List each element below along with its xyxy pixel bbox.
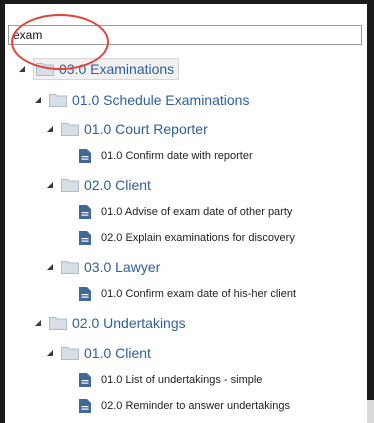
tree-item-list-undertakings[interactable]: 01.0 List of undertakings - simple (79, 369, 262, 391)
tree-item-confirm-exam-date[interactable]: 01.0 Confirm exam date of his-her client (79, 283, 296, 305)
window-frame-right (367, 0, 374, 423)
tree-item-label: 02.0 Explain examinations for discovery (101, 232, 295, 244)
tree-node-label: 01.0 Client (84, 345, 151, 361)
tree-node-court-reporter[interactable]: 01.0 Court Reporter (45, 118, 208, 140)
tree-item-label: 01.0 List of undertakings - simple (101, 374, 263, 386)
window-frame-left (0, 0, 5, 423)
tree-node-label: 01.0 Court Reporter (84, 121, 208, 137)
folder-icon (61, 178, 79, 192)
tree-item-reminder-undertakings[interactable]: 02.0 Reminder to answer undertakings (79, 395, 290, 417)
tree-node-label: 03.0 Examinations (59, 61, 175, 77)
window-frame-top (0, 0, 374, 4)
window-frame-corner (367, 400, 374, 423)
document-icon (79, 373, 91, 387)
document-icon (79, 287, 91, 301)
folder-icon (49, 93, 67, 107)
document-icon (79, 149, 91, 163)
document-icon (79, 399, 91, 413)
tree-item-advise-exam-date[interactable]: 01.0 Advise of exam date of other party (79, 201, 292, 223)
tree-item-label: 02.0 Reminder to answer undertakings (101, 400, 290, 412)
expanded-triangle-icon[interactable] (33, 95, 43, 105)
tree-node-examinations-selection[interactable]: 03.0 Examinations (33, 58, 180, 80)
folder-icon (61, 260, 79, 274)
tree-item-explain-examinations[interactable]: 02.0 Explain examinations for discovery (79, 227, 295, 249)
folder-icon (36, 62, 54, 76)
tree-item-label: 01.0 Advise of exam date of other party (101, 206, 293, 218)
expanded-triangle-icon[interactable] (17, 64, 27, 74)
tree-node-lawyer[interactable]: 03.0 Lawyer (45, 256, 160, 278)
tree-node-undertakings-client[interactable]: 01.0 Client (45, 342, 151, 364)
expanded-triangle-icon[interactable] (45, 348, 55, 358)
expanded-triangle-icon[interactable] (45, 262, 55, 272)
tree-node-schedule-examinations[interactable]: 01.0 Schedule Examinations (33, 89, 249, 111)
expanded-triangle-icon[interactable] (45, 124, 55, 134)
folder-icon (49, 316, 67, 330)
tree-node-label: 01.0 Schedule Examinations (72, 92, 250, 108)
search-input[interactable] (13, 27, 353, 43)
folder-icon (61, 346, 79, 360)
expanded-triangle-icon[interactable] (45, 180, 55, 190)
tree-node-label: 02.0 Client (84, 177, 151, 193)
search-box[interactable] (8, 25, 362, 45)
document-icon (79, 231, 91, 245)
document-icon (79, 205, 91, 219)
tree-item-label: 01.0 Confirm date with reporter (101, 150, 253, 162)
tree-item-label: 01.0 Confirm exam date of his-her client (101, 288, 297, 300)
tree-node-client[interactable]: 02.0 Client (45, 174, 151, 196)
expanded-triangle-icon[interactable] (33, 318, 43, 328)
folder-icon (61, 122, 79, 136)
tree-item-confirm-date-with-reporter[interactable]: 01.0 Confirm date with reporter (79, 145, 253, 167)
tree-node-examinations[interactable]: 03.0 Examinations (17, 58, 180, 80)
tree-node-label: 03.0 Lawyer (84, 259, 161, 275)
tree-node-undertakings[interactable]: 02.0 Undertakings (33, 312, 186, 334)
tree-node-label: 02.0 Undertakings (72, 315, 186, 331)
